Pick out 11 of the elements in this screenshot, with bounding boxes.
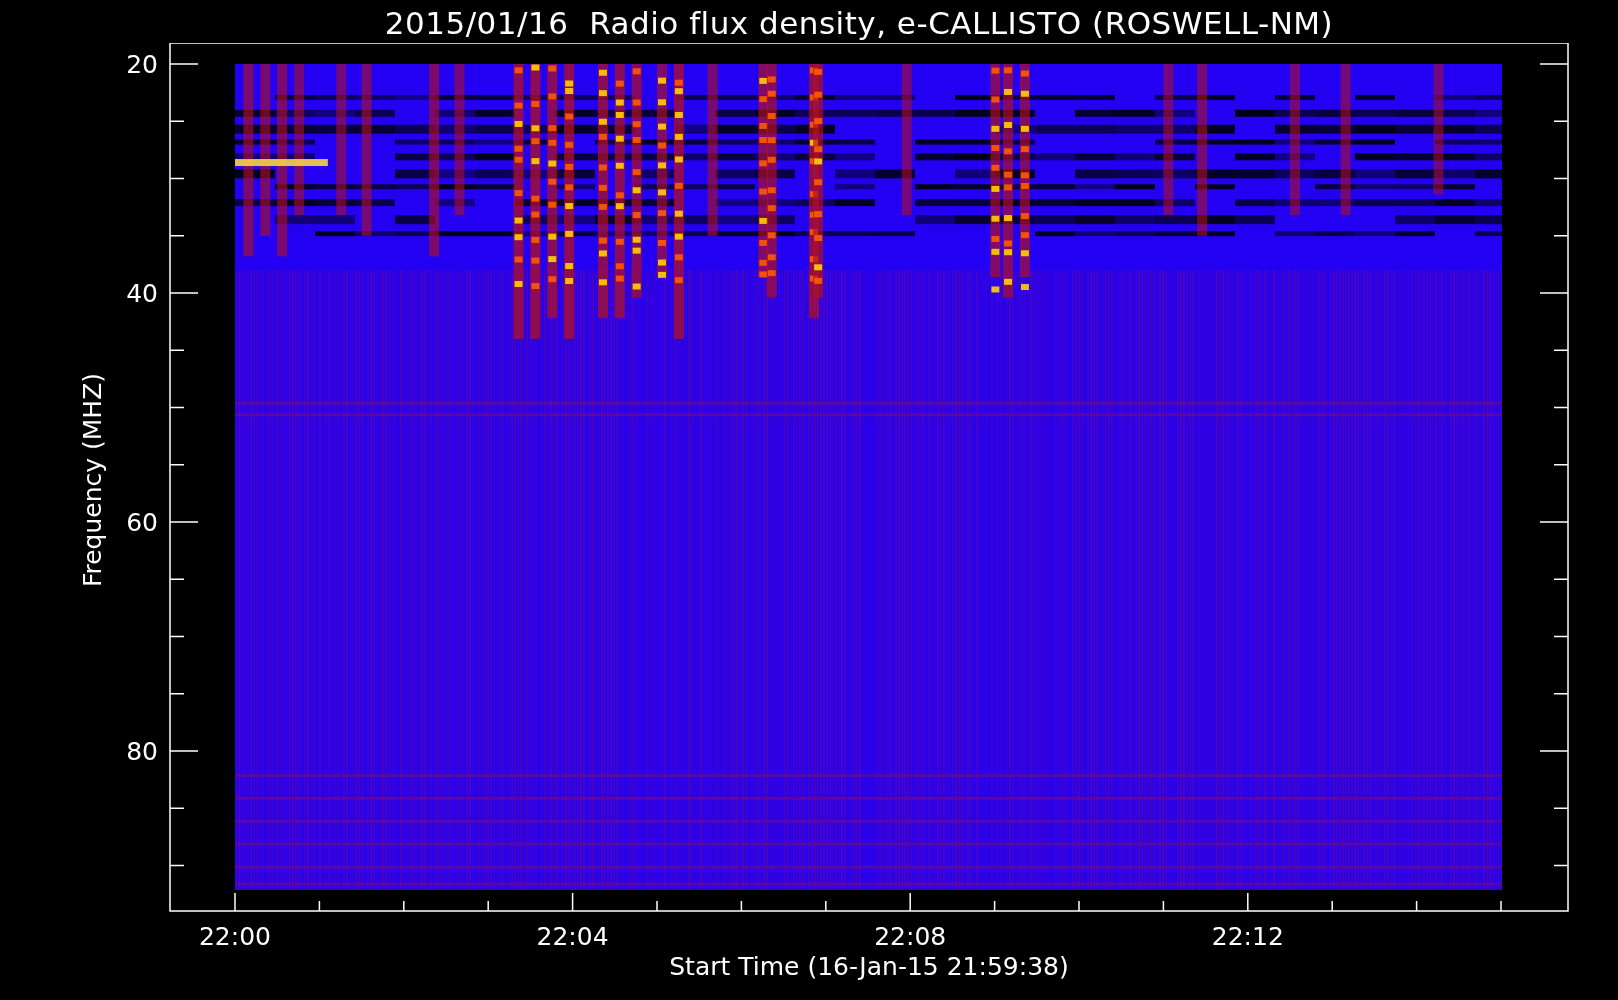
tick-label: 80 [126, 737, 158, 766]
chart-title: 2015/01/16 Radio flux density, e-CALLISTO (ROSWELL-NM) [384, 4, 1334, 43]
tick-label: 60 [126, 508, 158, 537]
tick-label: 22:04 [536, 922, 609, 951]
tick-label: 22:08 [874, 922, 947, 951]
tick-label: 20 [126, 50, 158, 79]
axis-label: Start Time (16-Jan-15 21:59:38) [669, 952, 1069, 981]
tick-label: 40 [126, 279, 158, 308]
tick-label: 22:12 [1211, 922, 1284, 951]
tick-label: 22:00 [199, 922, 271, 951]
axis-label: Frequency (MHZ) [78, 372, 107, 588]
